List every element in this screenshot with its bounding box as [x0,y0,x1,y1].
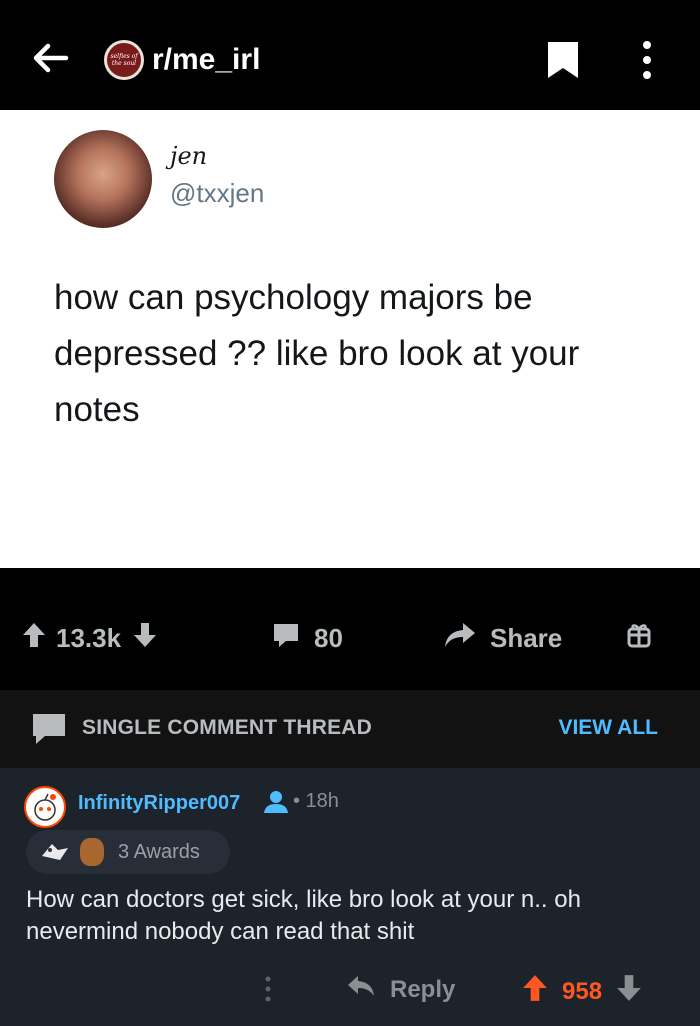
share-button[interactable]: Share [444,612,562,664]
comment-count: 80 [314,622,343,653]
awards-badge[interactable]: 3 Awards [26,830,230,874]
reply-icon [346,974,376,1005]
subreddit-name[interactable]: r/me_irl [152,40,260,80]
reply-label: Reply [390,975,456,1003]
awards-count: 3 Awards [118,841,200,863]
tweet-author-name: jen [170,142,208,170]
top-bar: selfies of the soul r/me_irl [0,0,700,110]
comment-upvote-icon[interactable] [522,974,548,1009]
share-label: Share [490,622,563,653]
comment: InfinityRipper007 • 18h 3 Awards How can… [0,768,700,1026]
share-icon [444,622,476,655]
downvote-icon[interactable] [133,622,157,655]
tweet-avatar [54,130,152,228]
user-person-icon [262,790,290,819]
post-action-bar: 13.3k 80 Share [0,612,700,690]
award-monkey-icon [80,838,104,866]
single-comment-thread-header: SINGLE COMMENT THREAD VIEW ALL [0,690,700,768]
user-avatar[interactable] [24,786,66,828]
comment-score: 958 [562,977,603,1005]
comment-body: How can doctors get sick, like bro look … [26,886,581,945]
comments-button[interactable]: 80 [272,612,343,664]
comment-time: • 18h [293,790,339,812]
comment-votes: 958 [522,974,642,1009]
comment-downvote-icon[interactable] [616,974,642,1009]
post-score: 13.3k [56,622,122,653]
thread-title: SINGLE COMMENT THREAD [82,716,373,739]
view-all-link[interactable]: VIEW ALL [558,716,658,740]
award-button[interactable] [626,612,652,664]
subreddit-icon[interactable]: selfies of the soul [104,40,144,80]
comment-more-icon[interactable] [262,974,274,1009]
chat-bubble-icon [30,712,68,751]
comment-icon [272,622,300,655]
tweet-text: how can psychology majors be depressed ?… [54,278,580,429]
more-options-icon[interactable] [632,38,662,82]
gift-icon [626,622,652,655]
bookmark-icon[interactable] [546,40,580,80]
comment-username[interactable]: InfinityRipper007 [78,792,240,815]
post-votes: 13.3k [22,612,157,664]
tweet-author-handle: @txxjen [170,178,265,208]
award-hand-icon [40,840,70,869]
spacer [0,568,700,612]
reply-button[interactable]: Reply [346,974,455,1005]
upvote-icon[interactable] [22,622,46,655]
back-arrow-icon[interactable] [28,36,72,80]
